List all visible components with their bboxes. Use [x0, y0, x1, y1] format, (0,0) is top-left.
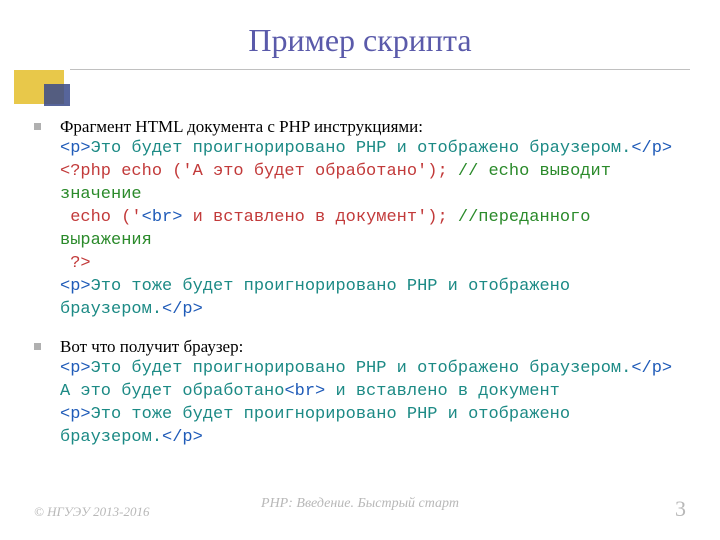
tag-br: <br>: [142, 208, 183, 227]
text-ignored-1: Это будет проигнорировано PHP и отображе…: [91, 139, 632, 158]
out-tag-close-p2: </p>: [162, 428, 203, 447]
text-ignored-2: Это тоже будет проигнорировано PHP и ото…: [60, 277, 580, 319]
out-processed-c: и вставлено в документ: [325, 382, 560, 401]
out-tag-close-p: </p>: [631, 359, 672, 378]
code-block-1: <p>Это будет проигнорировано PHP и отобр…: [60, 138, 678, 322]
content-area: Фрагмент HTML документа с PHP инструкция…: [0, 80, 720, 449]
slide-title: Пример скрипта: [0, 0, 720, 59]
code-block-2: <p>Это будет проигнорировано PHP и отобр…: [60, 358, 678, 450]
out-text-1: Это будет проигнорировано PHP и отображе…: [91, 359, 632, 378]
tag-close-p: </p>: [631, 139, 672, 158]
php-close: ?>: [60, 254, 91, 273]
echo-2a: echo (': [60, 208, 142, 227]
out-tag-open-p2: <p>: [60, 405, 91, 424]
bullet-1-intro: Фрагмент HTML документа с PHP инструкция…: [60, 117, 423, 136]
tag-open-p: <p>: [60, 139, 91, 158]
tag-close-p2: </p>: [162, 300, 203, 319]
accent-decoration: [14, 70, 68, 106]
out-text-2: Это тоже будет проигнорировано PHP и ото…: [60, 405, 580, 447]
footer-subtitle: PHP: Введение. Быстрый старт: [261, 496, 459, 512]
copyright-text: © НГУЭУ 2013-2016: [34, 504, 150, 520]
tag-open-p2: <p>: [60, 277, 91, 296]
bullet-marker-icon: [34, 123, 41, 130]
bullet-marker-icon: [34, 343, 41, 350]
footer: © НГУЭУ 2013-2016 PHP: Введение. Быстрый…: [0, 496, 720, 522]
php-open: <?php echo ('А это будет обработано');: [60, 162, 448, 181]
bullet-item-1: Фрагмент HTML документа с PHP инструкция…: [60, 116, 678, 322]
echo-2c: и вставлено в документ');: [182, 208, 447, 227]
out-tag-open-p: <p>: [60, 359, 91, 378]
out-tag-br: <br>: [284, 382, 325, 401]
out-processed-a: А это будет обработано: [60, 382, 284, 401]
bullet-2-intro: Вот что получит браузер:: [60, 337, 243, 356]
slide: Пример скрипта Фрагмент HTML документа с…: [0, 0, 720, 540]
title-area: Пример скрипта: [0, 0, 720, 80]
bullet-item-2: Вот что получит браузер: <p>Это будет пр…: [60, 336, 678, 450]
title-underline: [70, 69, 690, 70]
accent-blue-box: [44, 84, 70, 106]
page-number: 3: [675, 496, 686, 522]
